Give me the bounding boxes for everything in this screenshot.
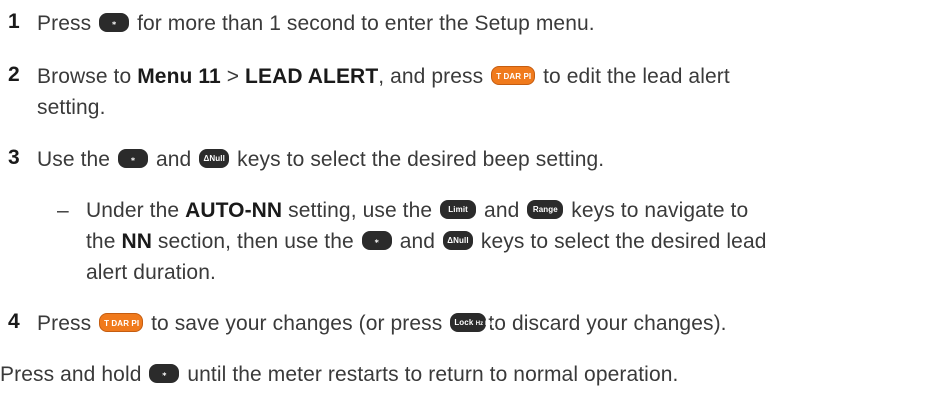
menu-11-label: Menu 11 xyxy=(137,65,221,88)
step-2-text-a: Browse to xyxy=(37,65,132,88)
lead-alert-label: LEAD ALERT xyxy=(245,65,379,88)
footer-text-a: Press and hold xyxy=(0,363,142,386)
tdar-pi-key-icon: T DAR PI xyxy=(491,65,536,85)
delta-null-key-icon: ΔNull xyxy=(442,230,473,250)
lock-key-label: Lock xyxy=(454,317,474,327)
shift-key-icon: ⁎ xyxy=(361,230,392,250)
nn-label: NN xyxy=(121,230,152,253)
step-1-text-b: for more than 1 second to enter the Setu… xyxy=(137,12,595,35)
step-2-arrow: > xyxy=(226,65,240,88)
sub-text-a: Under the xyxy=(86,199,180,222)
step-3-text: Use the ⁎ and ΔNull keys to select the d… xyxy=(37,146,604,174)
shift-key-icon: ⁎ xyxy=(118,148,149,168)
auto-nn-label: AUTO-NN xyxy=(185,199,283,222)
step-2-continuation: setting. xyxy=(37,96,106,119)
limit-key-icon: Limit xyxy=(440,199,477,219)
step-1-text: Press ⁎ for more than 1 second to enter … xyxy=(37,10,595,38)
footer-text: Press and hold ⁎ until the meter restart… xyxy=(0,361,678,389)
step-2-text-b: , and press xyxy=(378,65,484,88)
step-1-number: 1 xyxy=(8,10,20,33)
step-4-text-b: to save your changes (or press xyxy=(151,312,443,335)
footer-text-b: until the meter restarts to return to no… xyxy=(187,363,679,386)
sub-l2-text-c: and xyxy=(399,230,436,253)
step-2-text: Browse to Menu 11 > LEAD ALERT, and pres… xyxy=(37,63,730,91)
step-2-number: 2 xyxy=(8,63,20,86)
sub-bullet-dash: – xyxy=(57,199,69,222)
sub-l2-text-d: keys to select the desired lead xyxy=(480,230,767,253)
hz-esc-sublabel: Hz Esc xyxy=(475,320,496,327)
step-2-text-c: to edit the lead alert xyxy=(543,65,730,88)
instruction-page: 1 Press ⁎ for more than 1 second to ente… xyxy=(0,0,929,398)
step-4-text-a: Press xyxy=(37,312,92,335)
delta-null-key-icon: ΔNull xyxy=(199,148,230,168)
step-4-number: 4 xyxy=(8,310,20,333)
step-3-text-b: and xyxy=(155,148,192,171)
step-1-text-a: Press xyxy=(37,12,92,35)
step-4-text: Press T DAR PI to save your changes (or … xyxy=(37,310,727,338)
step-3-text-c: keys to select the desired beep setting. xyxy=(237,148,605,171)
shift-key-icon: ⁎ xyxy=(99,12,130,32)
tdar-pi-key-icon: T DAR PI xyxy=(99,312,144,332)
sub-bullet-line-1: Under the AUTO-NN setting, use the Limit… xyxy=(86,197,748,225)
step-3-text-a: Use the xyxy=(37,148,111,171)
step-3-number: 3 xyxy=(8,146,20,169)
sub-text-b: setting, use the xyxy=(288,199,433,222)
sub-bullet-line-3: alert duration. xyxy=(86,261,216,284)
shift-key-icon: ⁎ xyxy=(149,363,180,383)
step-4-text-c: to discard your changes). xyxy=(488,312,727,335)
sub-text-d: keys to navigate to xyxy=(571,199,749,222)
sub-text-c: and xyxy=(484,199,520,222)
range-key-icon: Range xyxy=(527,199,564,219)
sub-l2-text-a: the xyxy=(86,230,116,253)
lock-esc-key-icon: Lock Hz Esc xyxy=(450,312,496,332)
sub-bullet-line-2: the NN section, then use the ⁎ and ΔNull… xyxy=(86,228,767,256)
sub-l2-text-b: section, then use the xyxy=(157,230,354,253)
